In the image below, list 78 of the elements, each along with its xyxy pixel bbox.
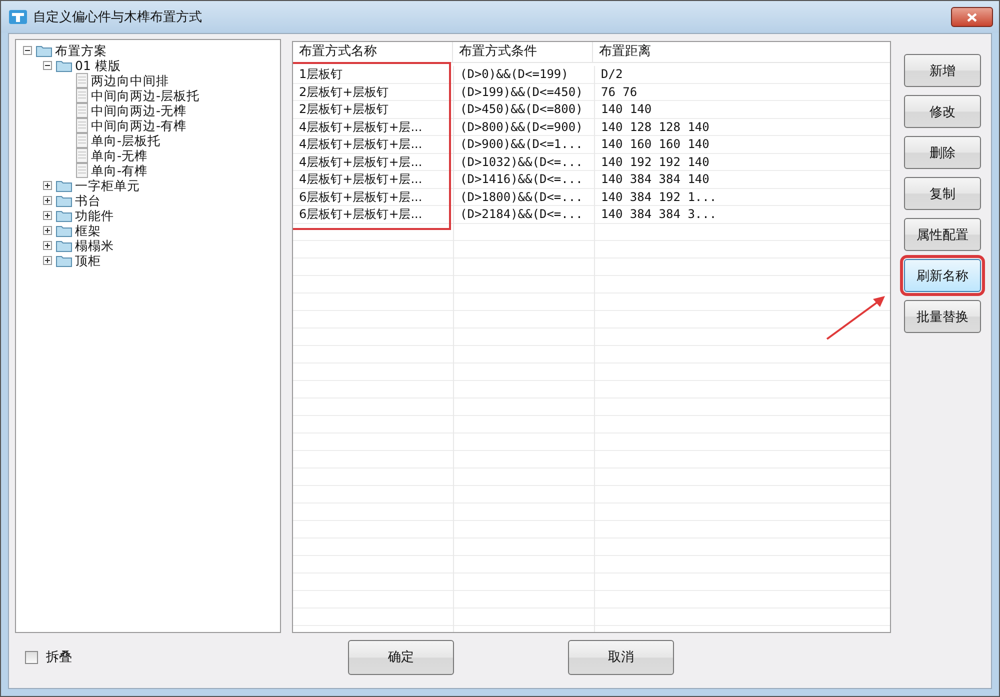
column-header[interactable]: 布置方式名称 <box>293 42 453 62</box>
tree-item[interactable]: 榻榻米 <box>75 238 114 253</box>
table-cell: 1层板钉 <box>293 66 453 84</box>
side-button[interactable]: 批量替换 <box>904 300 981 333</box>
document-icon <box>76 133 88 148</box>
tree-item[interactable]: 中间向两边-层板托 <box>91 88 200 103</box>
expand-toggle[interactable] <box>42 195 53 206</box>
collapse-toggle[interactable] <box>22 45 33 56</box>
expand-toggle[interactable] <box>42 225 53 236</box>
tree-item[interactable]: 中间向两边-无榫 <box>91 103 187 118</box>
table-cell: (D>1032)&&(D<=... <box>454 154 594 171</box>
close-icon <box>967 12 977 22</box>
table-cell: (D>800)&&(D<=900) <box>454 118 594 136</box>
expand-toggle[interactable] <box>42 210 53 221</box>
collapse-toggle[interactable] <box>42 60 53 71</box>
tree-item[interactable]: 功能件 <box>75 208 114 223</box>
folder-icon <box>56 209 72 222</box>
tree-item[interactable]: 01 模版 <box>75 58 121 73</box>
side-button[interactable]: 属性配置 <box>904 218 981 251</box>
app-icon <box>9 9 27 25</box>
tree-item[interactable]: 两边向中间排 <box>91 73 169 88</box>
folder-icon <box>56 254 72 267</box>
table-cell: 140 140 <box>595 101 890 118</box>
folder-icon <box>56 224 72 237</box>
table-cell: (D>0)&&(D<=199) <box>454 66 594 84</box>
expand-toggle[interactable] <box>42 240 53 251</box>
checkbox[interactable] <box>25 650 38 664</box>
folder-icon <box>56 179 72 192</box>
table-cell: (D>1800)&&(D<=... <box>454 188 594 206</box>
tree-item[interactable]: 书台 <box>75 193 101 208</box>
folder-icon <box>36 44 52 57</box>
table-cell: 4层板钉+层板钉+层... <box>293 118 453 136</box>
table-cell: 4层板钉+层板钉+层... <box>293 154 453 171</box>
side-button[interactable]: 修改 <box>904 95 981 128</box>
table-cell: 4层板钉+层板钉+层... <box>293 136 453 154</box>
document-icon <box>76 103 88 118</box>
tree-item[interactable]: 单向-有榫 <box>91 163 148 178</box>
checkbox-label: 拆叠 <box>46 649 72 666</box>
table-cell: 2层板钉+层板钉 <box>293 101 453 118</box>
dialog-button[interactable]: 确定 <box>348 640 454 674</box>
window-title: 自定义偏心件与木榫布置方式 <box>33 9 203 26</box>
expand-toggle[interactable] <box>42 255 53 266</box>
table-cell: (D>1416)&&(D<=... <box>454 171 594 188</box>
document-icon <box>76 73 88 88</box>
document-icon <box>76 118 88 133</box>
table-cell: (D>2184)&&(D<=... <box>454 206 594 224</box>
table-cell: 4层板钉+层板钉+层... <box>293 171 453 188</box>
side-button[interactable]: 删除 <box>904 136 981 169</box>
table-cell: (D>900)&&(D<=1... <box>454 136 594 154</box>
dialog-button[interactable]: 取消 <box>568 640 674 674</box>
document-icon <box>76 148 88 163</box>
side-button[interactable]: 复制 <box>904 177 981 210</box>
table-cell: 140 384 384 140 <box>595 171 890 188</box>
folder-icon <box>56 239 72 252</box>
column-header[interactable]: 布置距离 <box>593 42 890 62</box>
tree-item[interactable]: 顶柜 <box>75 253 101 268</box>
table-cell: (D>450)&&(D<=800) <box>454 101 594 118</box>
close-button[interactable] <box>951 7 993 27</box>
column-header[interactable]: 布置方式条件 <box>453 42 593 62</box>
document-icon <box>76 88 88 103</box>
table-cell: (D>199)&&(D<=450) <box>454 84 594 101</box>
folder-icon <box>56 59 72 72</box>
tree-item[interactable]: 单向-无榫 <box>91 148 148 163</box>
tree-item[interactable]: 框架 <box>75 223 101 238</box>
document-icon <box>76 163 88 178</box>
table-cell: 140 160 160 140 <box>595 136 890 154</box>
side-button[interactable]: 新增 <box>904 54 981 87</box>
folder-icon <box>56 194 72 207</box>
table-cell: 6层板钉+层板钉+层... <box>293 188 453 206</box>
table-cell: 6层板钉+层板钉+层... <box>293 206 453 224</box>
table-cell: 140 384 384 3... <box>595 206 890 224</box>
tree-item[interactable]: 一字柜单元 <box>75 178 140 193</box>
tree-item[interactable]: 中间向两边-有榫 <box>91 118 187 133</box>
tree-item[interactable]: 布置方案 <box>55 43 107 58</box>
tree-item[interactable]: 单向-层板托 <box>91 133 161 148</box>
expand-toggle[interactable] <box>42 180 53 191</box>
table-cell: D/2 <box>595 66 890 84</box>
table-cell: 2层板钉+层板钉 <box>293 84 453 101</box>
